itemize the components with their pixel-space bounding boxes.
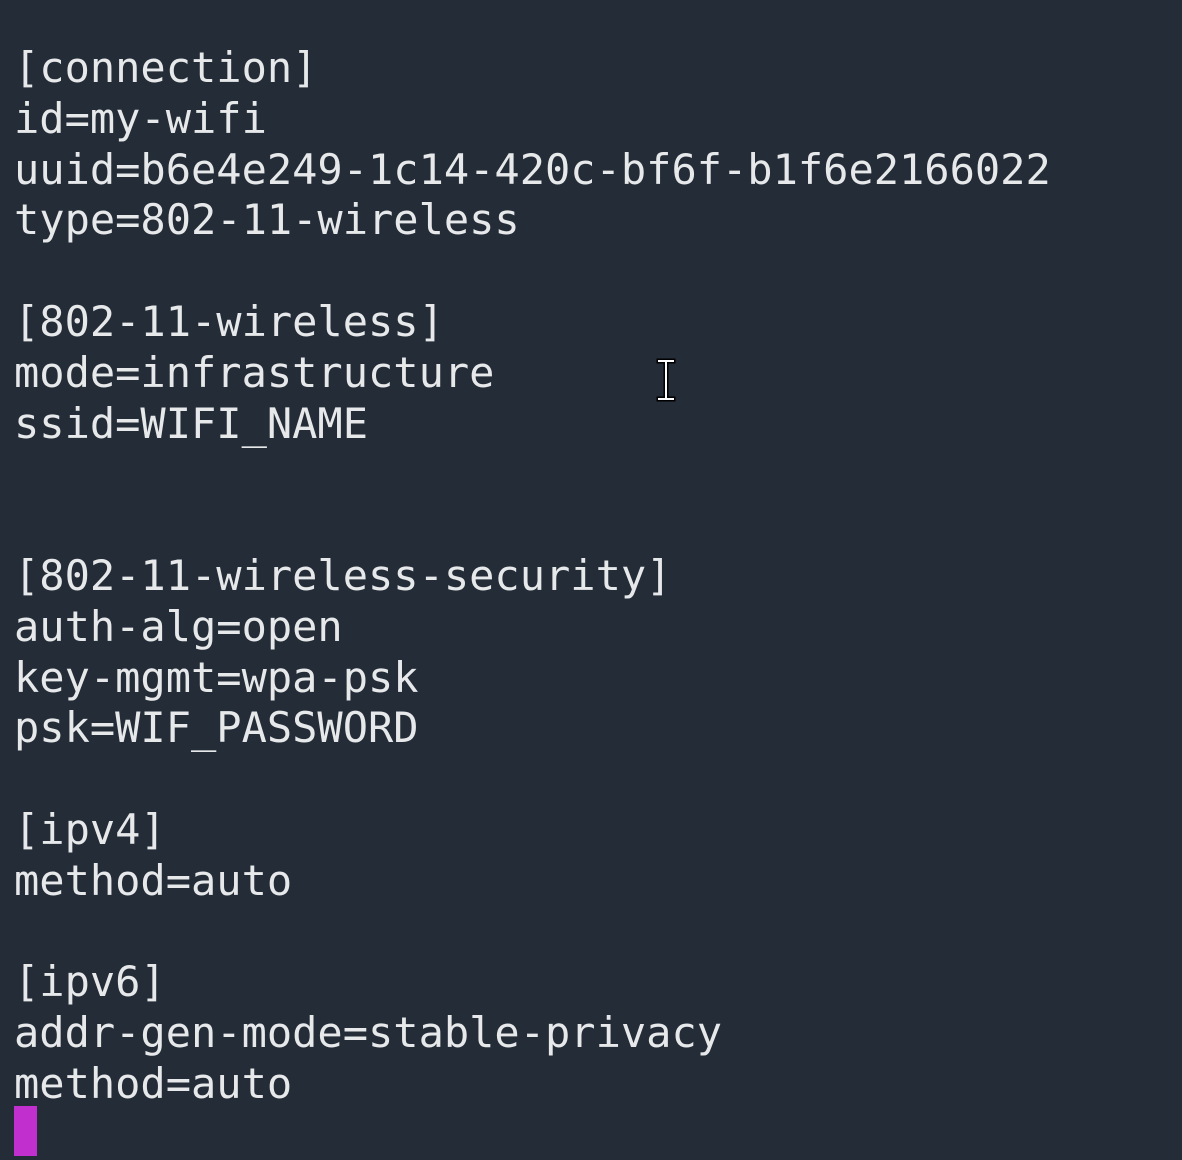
section-header-ipv6: [ipv6] [14,957,166,1007]
config-line-id: id=my-wifi [14,93,267,143]
config-line-psk: psk=WIF_PASSWORD [14,703,419,753]
section-header-wireless: [802-11-wireless] [14,296,444,346]
config-line-addr-gen-mode: addr-gen-mode=stable-privacy [14,1008,723,1058]
config-line-auth-alg: auth-alg=open [14,601,343,651]
config-line-ipv4-method: method=auto [14,855,293,905]
config-line-uuid: uuid=b6e4e249-1c14-420c-bf6f-b1f6e216602… [14,144,1051,194]
section-header-wireless-security: [802-11-wireless-security] [14,550,672,600]
text-cursor [14,1106,37,1156]
config-line-mode: mode=infrastructure [14,347,495,397]
section-header-ipv4: [ipv4] [14,804,166,854]
config-line-type: type=802-11-wireless [14,195,520,245]
section-header-connection: [connection] [14,43,318,92]
terminal-editor[interactable]: [connection] id=my-wifi uuid=b6e4e249-1c… [0,0,1182,1160]
config-line-ssid: ssid=WIFI_NAME [14,398,369,448]
config-line-ipv6-method: method=auto [14,1058,293,1108]
text-ibeam-icon [656,358,676,402]
config-line-key-mgmt: key-mgmt=wpa-psk [14,652,419,702]
